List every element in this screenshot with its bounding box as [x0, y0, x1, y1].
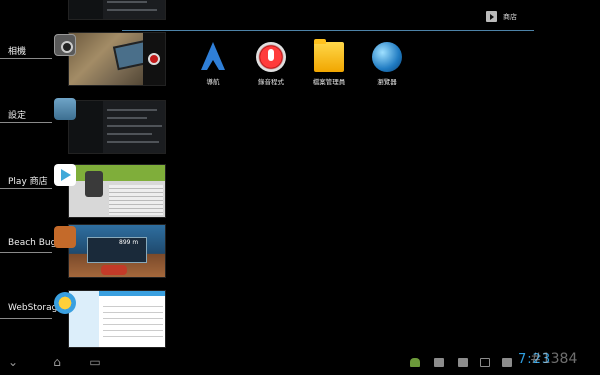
recent-apps-icon[interactable]: ▭ — [86, 355, 104, 369]
sound-recorder-icon — [256, 42, 286, 72]
webstorage-icon — [54, 292, 76, 314]
settings-icon — [54, 98, 76, 120]
beach-buggy-thumbnail[interactable]: 899 m — [68, 224, 166, 278]
shortcut-label: 檔案管理員 — [312, 78, 346, 86]
play-store-thumbnail[interactable] — [68, 164, 166, 218]
recent-item-webstorage[interactable]: WebStorage — [0, 290, 175, 350]
recent-item-play-store[interactable]: Play 商店 — [0, 162, 175, 222]
beach-buggy-icon — [54, 226, 76, 248]
divider — [0, 188, 52, 189]
file-manager-icon — [314, 39, 344, 72]
camera-icon — [54, 34, 76, 56]
gallery-icon — [434, 358, 444, 367]
recent-item-settings[interactable]: 設定 — [0, 98, 175, 158]
store-label: 商店 — [503, 12, 517, 21]
watermark: #1384 — [530, 351, 578, 367]
shortcut-label: 導航 — [206, 78, 220, 86]
recent-apps-panel: 相機 設定 Play 商店 Beach Bugg 899 m WebStorag… — [0, 0, 175, 350]
store-bag-icon — [486, 11, 497, 22]
shortcut-sound-recorder[interactable]: 錄音程式 — [246, 42, 296, 86]
settings-thumbnail[interactable] — [68, 100, 166, 154]
divider — [0, 58, 52, 59]
recent-thumb-partial[interactable] — [68, 0, 166, 20]
divider — [0, 122, 52, 123]
home-icon[interactable]: ⌂ — [48, 355, 66, 369]
score-text: 899 m — [119, 239, 139, 246]
recent-item-label: 設定 — [8, 111, 27, 121]
usb-icon — [480, 358, 490, 367]
store-notification-icon — [458, 358, 468, 367]
back-icon[interactable]: ⌄ — [4, 355, 22, 369]
camera-thumbnail[interactable] — [68, 32, 166, 86]
recent-item-label: Play 商店 — [8, 177, 48, 187]
shortcut-navigation[interactable]: 導航 — [188, 42, 238, 86]
shortcut-label: 錄音程式 — [258, 78, 284, 86]
home-divider — [122, 30, 534, 31]
shortcut-label: 瀏覽器 — [377, 78, 397, 86]
navigation-icon — [198, 42, 228, 72]
recent-item-camera[interactable]: 相機 — [0, 30, 175, 90]
navigation-bar: ⌄ ⌂ ▭ 7:23 #1384 — [0, 350, 600, 375]
browser-icon — [372, 42, 402, 72]
mail-icon — [502, 358, 512, 367]
recent-item-beach-buggy[interactable]: Beach Bugg 899 m — [0, 224, 175, 284]
android-debug-icon — [410, 358, 420, 367]
webstorage-thumbnail[interactable] — [68, 290, 166, 348]
shortcut-browser[interactable]: 瀏覽器 — [362, 42, 412, 86]
divider — [0, 252, 52, 253]
play-store-icon — [54, 164, 76, 186]
store-link[interactable]: 商店 — [486, 11, 517, 22]
shortcut-file-manager[interactable]: 檔案管理員 — [304, 39, 354, 86]
recent-item-label: 相機 — [8, 47, 27, 57]
divider — [0, 318, 52, 319]
